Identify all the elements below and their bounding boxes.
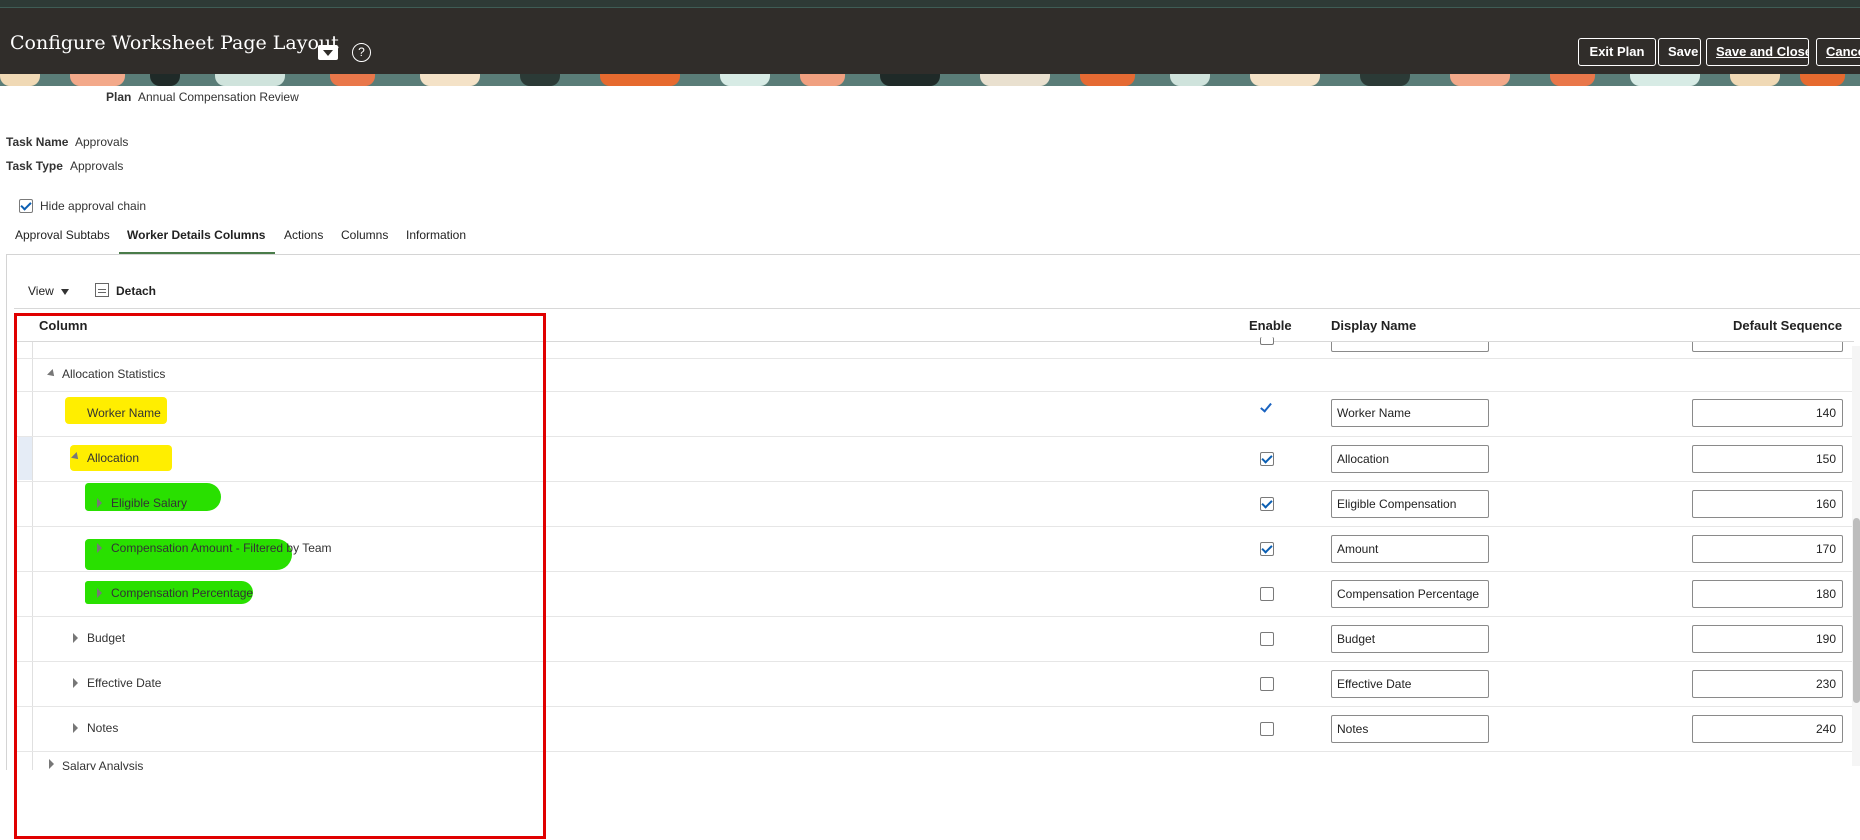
enable-checkbox[interactable] <box>1260 677 1274 691</box>
display-name-input[interactable] <box>1331 445 1489 473</box>
tab-worker-details-columns[interactable]: Worker Details Columns <box>127 228 265 242</box>
task-type-value: Approvals <box>70 159 124 173</box>
display-name-input[interactable] <box>1331 715 1489 743</box>
sequence-input[interactable] <box>1692 715 1843 743</box>
cancel-button[interactable]: Cancel <box>1816 38 1860 66</box>
sequence-input[interactable] <box>1692 490 1843 518</box>
task-name-label: Task Name <box>6 135 69 149</box>
save-button[interactable]: Save <box>1658 38 1701 66</box>
hide-approval-chain-label: Hide approval chain <box>40 199 147 213</box>
title-dropdown-icon[interactable] <box>318 45 338 60</box>
tab-divider <box>6 254 1860 255</box>
partial-row-checkbox[interactable] <box>1260 337 1274 345</box>
display-name-input[interactable] <box>1331 580 1489 608</box>
task-name-value: Approvals <box>75 135 129 149</box>
display-name-input[interactable] <box>1331 535 1489 563</box>
display-name-input[interactable] <box>1331 625 1489 653</box>
detach-button[interactable]: Detach <box>116 284 156 298</box>
scrollbar-thumb[interactable] <box>1853 518 1860 703</box>
task-type-label: Task Type <box>6 159 63 173</box>
save-and-close-button[interactable]: Save and Close <box>1706 38 1809 66</box>
partial-row-display-field[interactable] <box>1331 342 1489 352</box>
default-sequence-header: Default Sequence <box>1733 318 1843 333</box>
page-title: Configure Worksheet Page Layout <box>10 32 339 54</box>
enable-checkbox[interactable] <box>1260 542 1274 556</box>
sequence-input[interactable] <box>1692 399 1843 427</box>
tab-information[interactable]: Information <box>406 228 466 242</box>
display-name-input[interactable] <box>1331 670 1489 698</box>
plan-label: Plan <box>106 90 132 104</box>
tab-columns[interactable]: Columns <box>341 228 388 242</box>
sequence-input[interactable] <box>1692 625 1843 653</box>
hide-approval-chain-checkbox[interactable] <box>19 199 33 213</box>
enable-checkbox[interactable] <box>1260 587 1274 601</box>
detach-icon[interactable] <box>95 283 109 297</box>
sequence-input[interactable] <box>1692 535 1843 563</box>
top-strip <box>0 0 1860 8</box>
enable-checkbox[interactable] <box>1260 632 1274 646</box>
help-icon[interactable]: ? <box>352 43 371 62</box>
enable-header: Enable <box>1249 318 1292 333</box>
plan-value: Annual Compensation Review <box>138 90 299 104</box>
tab-actions[interactable]: Actions <box>284 228 323 242</box>
panel-border <box>6 254 7 770</box>
sequence-input[interactable] <box>1692 580 1843 608</box>
table-header-top-border <box>14 308 1860 309</box>
exit-plan-button[interactable]: Exit Plan <box>1578 38 1656 66</box>
page-header: Configure Worksheet Page Layout ? Exit P… <box>0 8 1860 74</box>
view-menu[interactable]: View <box>28 284 69 298</box>
display-name-input[interactable] <box>1331 399 1489 427</box>
enabled-check-icon[interactable] <box>1260 400 1272 413</box>
sequence-input[interactable] <box>1692 445 1843 473</box>
sequence-input[interactable] <box>1692 670 1843 698</box>
partial-row-sequence-field[interactable] <box>1692 342 1843 352</box>
enable-checkbox[interactable] <box>1260 497 1274 511</box>
enable-checkbox[interactable] <box>1260 722 1274 736</box>
red-annotation-box <box>14 313 546 839</box>
display-name-header: Display Name <box>1331 318 1417 333</box>
decorative-banner <box>0 74 1860 86</box>
display-name-input[interactable] <box>1331 490 1489 518</box>
tab-approval-subtabs[interactable]: Approval Subtabs <box>15 228 110 242</box>
enable-checkbox[interactable] <box>1260 452 1274 466</box>
